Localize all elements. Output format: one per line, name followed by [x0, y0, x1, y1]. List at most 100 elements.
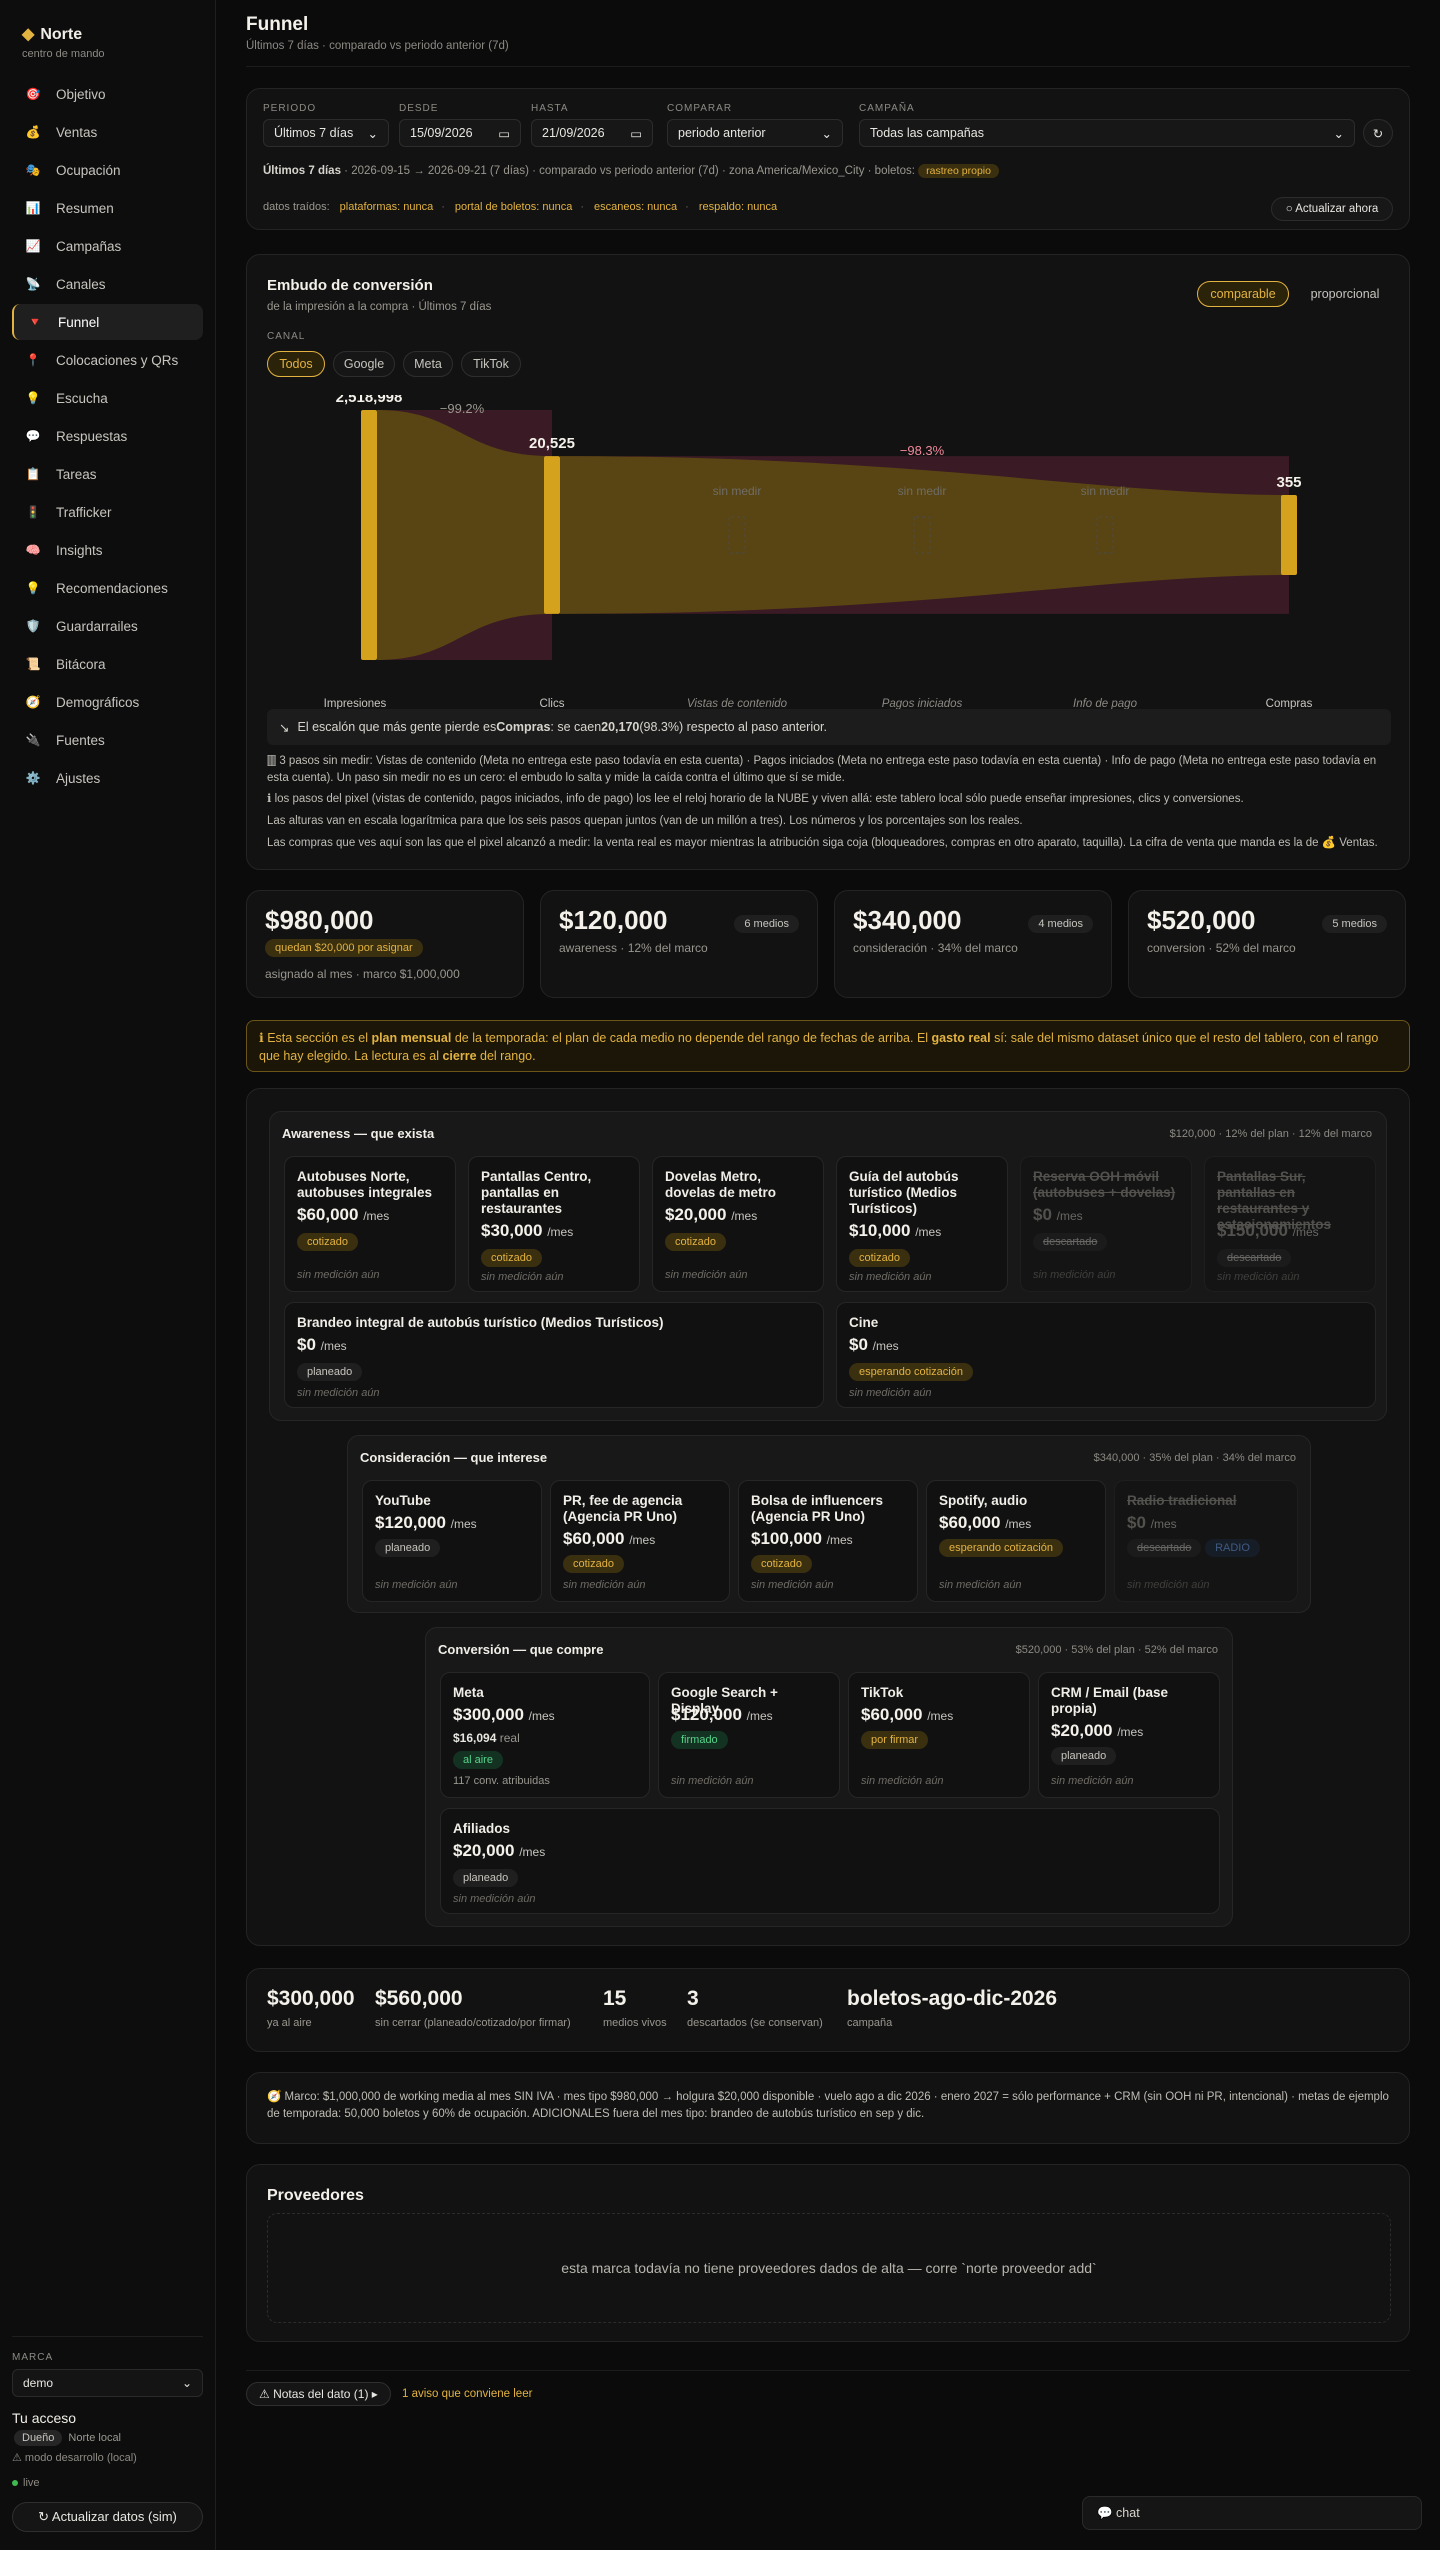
warn-post: (98.3%) respecto al paso anterior.	[639, 720, 827, 734]
no-measure: sin medición aún	[1051, 1775, 1134, 1787]
sidebar-item-recomendaciones[interactable]: 💡 Recomendaciones	[12, 570, 203, 606]
channel-tab-todos[interactable]: Todos	[267, 351, 325, 377]
media-price: $120,000 /mes	[671, 1705, 773, 1725]
status: planeado	[453, 1869, 519, 1887]
per-month: /mes	[872, 1339, 899, 1353]
sidebar-item-canales[interactable]: 📡 Canales	[12, 266, 203, 302]
summary-value: $560,000	[375, 1987, 463, 2010]
sidebar-item-trafficker[interactable]: 🚦 Trafficker	[12, 494, 203, 530]
no-measure-label: sin medir	[1081, 484, 1130, 498]
desde-date-input[interactable]: 15/09/2026 ▭	[399, 119, 521, 147]
chevron-down-icon: ⌄	[367, 126, 378, 141]
note-text: 3 pasos sin medir: Vistas de contenido (…	[267, 755, 1377, 784]
media-tile[interactable]: Autobuses Norte, autobuses integrales $60…	[284, 1156, 456, 1292]
sidebar-item-resumen[interactable]: 📊 Resumen	[12, 190, 203, 226]
channel-tab-meta[interactable]: Meta	[403, 351, 453, 377]
sidebar-item-escucha[interactable]: 💡 Escucha	[12, 380, 203, 416]
status-chip: cotizado	[297, 1233, 358, 1251]
filters-card: PERIODO Últimos 7 días ⌄ DESDE 15/09/2026…	[246, 88, 1410, 230]
sidebar-item-insights[interactable]: 🧠 Insights	[12, 532, 203, 568]
update-data-button[interactable]: ↻ Actualizar datos (sim)	[12, 2502, 203, 2532]
price-value: $120,000	[671, 1705, 742, 1724]
nav-icon: 💬	[25, 429, 41, 443]
sidebar-item-objetivo[interactable]: 🎯 Objetivo	[12, 76, 203, 112]
no-measure: sin medición aún	[861, 1775, 944, 1787]
sidebar-item-guardarrailes[interactable]: 🛡️ Guardarrailes	[12, 608, 203, 644]
comparar-select[interactable]: periodo anterior ⌄	[667, 119, 843, 147]
page-title: Funnel	[246, 14, 309, 35]
funnel-subtitle: de la impresión a la compra · Últimos 7 …	[267, 301, 492, 313]
media-tile[interactable]: Dovelas Metro, dovelas de metro $20,000 /…	[652, 1156, 824, 1292]
media-tile-discarded[interactable]: Reserva OOH móvil (autobuses + dovelas) $…	[1020, 1156, 1192, 1292]
marca-select[interactable]: demo ⌄	[12, 2369, 203, 2397]
sidebar-item-ocupación[interactable]: 🎭 Ocupación	[12, 152, 203, 188]
role-name: Norte local	[68, 2432, 121, 2444]
group-stat: $120,000 · 12% del plan · 12% del marco	[1169, 1128, 1372, 1140]
media-tile[interactable]: Spotify, audio $60,000 /mes esperando coti…	[926, 1480, 1106, 1602]
sidebar-item-bitácora[interactable]: 📜 Bitácora	[12, 646, 203, 682]
brand-name: Norte	[40, 26, 83, 43]
no-measure: sin medición aún	[1217, 1271, 1300, 1283]
fetched-item: plataformas: nunca	[339, 201, 434, 213]
attributed-conversions: 117 conv. atribuidas	[453, 1775, 550, 1787]
banner-b: plan mensual	[371, 1031, 452, 1045]
nav-icon: 🔌	[25, 733, 41, 747]
sidebar-item-demográficos[interactable]: 🧭 Demográficos	[12, 684, 203, 720]
media-tile[interactable]: TikTok $60,000 /mes por firmar sin medición…	[848, 1672, 1030, 1798]
per-month: /mes	[629, 1533, 656, 1547]
media-tile[interactable]: YouTube $120,000 /mes planeado sin medición…	[362, 1480, 542, 1602]
media-name: Meta	[453, 1685, 484, 1700]
banner-c: de la temporada: el plan de cada medio n…	[451, 1031, 932, 1045]
media-tile[interactable]: Cine $0 /mes esperando cotización sin medic…	[836, 1302, 1376, 1408]
mode-proporcional-button[interactable]: proporcional	[1297, 281, 1393, 307]
periodo-select[interactable]: Últimos 7 días ⌄	[263, 119, 389, 147]
media-tile[interactable]: Bolsa de influencers (Agencia PR Uno) $10…	[738, 1480, 918, 1602]
hasta-date-input[interactable]: 21/09/2026 ▭	[531, 119, 653, 147]
sidebar-item-tareas[interactable]: 📋 Tareas	[12, 456, 203, 492]
sidebar-item-ventas[interactable]: 💰 Ventas	[12, 114, 203, 150]
separator: ·	[441, 201, 445, 213]
sidebar-item-ajustes[interactable]: ⚙️ Ajustes	[12, 760, 203, 796]
media-tile-discarded[interactable]: Pantallas Sur, pantallas en restaurantes…	[1204, 1156, 1376, 1292]
mode-comparable-button[interactable]: comparable	[1197, 281, 1289, 307]
media-count-badge: 6 medios	[734, 915, 799, 933]
channel-tab-google[interactable]: Google	[333, 351, 395, 377]
status: cotizado	[751, 1555, 812, 1573]
channel-tab-tiktok[interactable]: TikTok	[461, 351, 521, 377]
media-tile[interactable]: CRM / Email (base propia) $20,000 /mes pla…	[1038, 1672, 1220, 1798]
media-tile[interactable]: Pantallas Centro, pantallas en restauran…	[468, 1156, 640, 1292]
desde-value: 15/09/2026	[410, 126, 473, 140]
campana-select[interactable]: Todas las campañas ⌄	[859, 119, 1355, 147]
media-tile[interactable]: Afiliados $20,000 /mes planeado sin medició…	[440, 1808, 1220, 1914]
sidebar-item-colocaciones-y-qrs[interactable]: 📍 Colocaciones y QRs	[12, 342, 203, 378]
sidebar-item-funnel[interactable]: 🔻 Funnel	[12, 304, 203, 340]
refresh-button[interactable]: ↻	[1363, 119, 1393, 147]
media-tile-discarded[interactable]: Radio tradicional $0 /mes descartado RADIO…	[1114, 1480, 1298, 1602]
update-now-button[interactable]: ○ Actualizar ahora	[1271, 197, 1393, 221]
media-tile[interactable]: PR, fee de agencia (Agencia PR Uno) $60,0…	[550, 1480, 730, 1602]
media-tile[interactable]: Brandeo integral de autobús turístico (M…	[284, 1302, 824, 1408]
nav-icon: 📊	[25, 201, 41, 215]
summary-caption: sin cerrar (planeado/cotizado/por firmar…	[375, 2017, 571, 2029]
plan-info-banner: ℹ Esta sección es el plan mensual de la …	[246, 1020, 1410, 1072]
group-title: Conversión — que compre	[438, 1642, 604, 1657]
price-value: $100,000	[751, 1529, 822, 1548]
status: al aire	[453, 1751, 503, 1769]
brand[interactable]: ◆ Norte	[22, 24, 82, 44]
desde-label: DESDE	[399, 103, 439, 114]
nav-icon: 📡	[25, 277, 41, 291]
sidebar-item-respuestas[interactable]: 💬 Respuestas	[12, 418, 203, 454]
media-name: Pantallas Centro, pantallas en restauran…	[481, 1169, 592, 1216]
media-tile[interactable]: Google Search + Display $120,000 /mes firm…	[658, 1672, 840, 1798]
media-tile[interactable]: Meta $300,000 /mes $16,094 real al aire 117 …	[440, 1672, 650, 1798]
sidebar-item-fuentes[interactable]: 🔌 Fuentes	[12, 722, 203, 758]
chat-button[interactable]: 💬 chat	[1082, 2496, 1422, 2530]
no-measure-label: sin medir	[713, 484, 762, 498]
real-spend: $16,094 real	[453, 1731, 520, 1745]
summary-value: 15	[603, 1987, 627, 2010]
sidebar-item-campañas[interactable]: 📈 Campañas	[12, 228, 203, 264]
media-tile[interactable]: Guía del autobús turístico (Medios Turís…	[836, 1156, 1008, 1292]
no-measure: sin medición aún	[563, 1579, 646, 1591]
funnel-note-1: 🀫 3 pasos sin medir: Vistas de contenido…	[267, 753, 1391, 787]
data-notes-button[interactable]: ⚠ Notas del dato (1) ▸	[246, 2382, 391, 2406]
